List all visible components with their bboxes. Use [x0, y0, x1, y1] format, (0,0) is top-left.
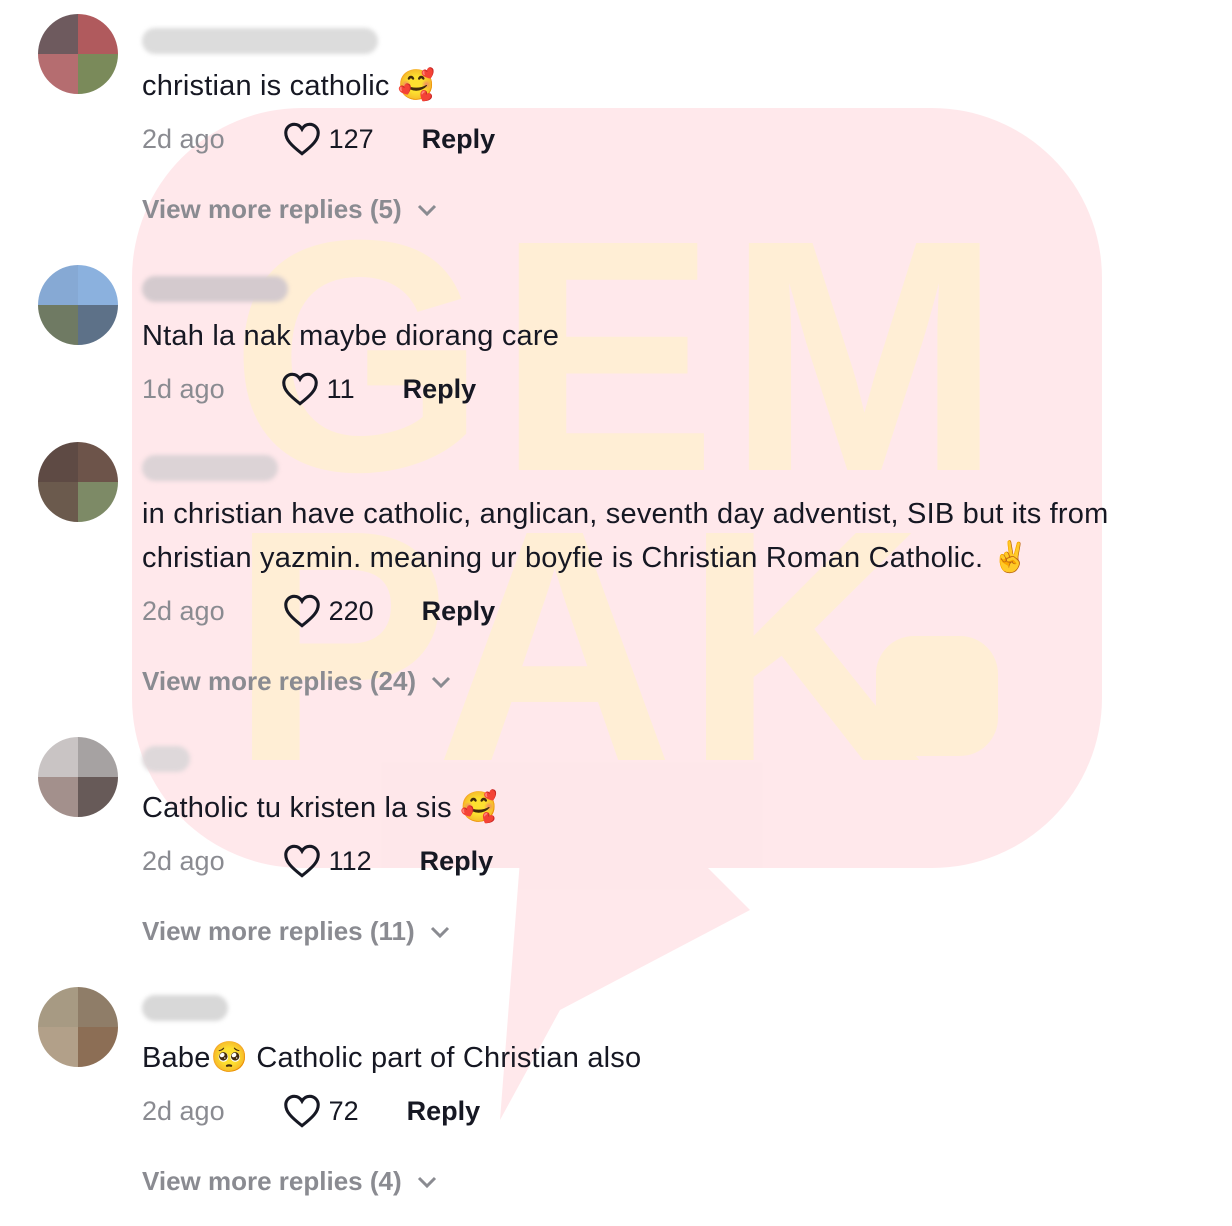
heart-icon	[283, 594, 320, 628]
view-more-replies-button[interactable]: View more replies (5)	[142, 194, 438, 225]
like-count: 11	[326, 373, 355, 404]
avatar[interactable]	[38, 442, 118, 522]
view-more-replies-button[interactable]: View more replies (4)	[142, 1166, 438, 1197]
comment-text: Catholic tu kristen la sis 🥰	[142, 786, 1202, 830]
chevron-down-icon	[432, 676, 451, 688]
heart-icon	[283, 122, 320, 156]
avatar[interactable]	[38, 737, 118, 817]
reply-button[interactable]: Reply	[403, 374, 477, 405]
heart-icon	[283, 1094, 320, 1128]
like-button[interactable]: 220	[283, 594, 374, 628]
comment-body-prefix: Babe	[142, 1042, 211, 1074]
avatar[interactable]	[38, 265, 118, 345]
username-blurred[interactable]	[142, 455, 278, 481]
username-blurred[interactable]	[142, 28, 378, 54]
reply-button[interactable]: Reply	[407, 1096, 481, 1127]
like-count: 72	[328, 1095, 359, 1126]
timestamp: 2d ago	[142, 123, 225, 154]
comment-body-line2: christian yazmin. meaning ur boyfie is C…	[142, 536, 1202, 580]
username-blurred[interactable]	[142, 276, 288, 302]
reply-button[interactable]: Reply	[422, 596, 496, 627]
username-blurred[interactable]	[142, 995, 228, 1021]
comment-text: christian is catholic 🥰	[142, 64, 1202, 108]
comment-body-line1: in christian have catholic, anglican, se…	[142, 498, 1109, 530]
comment-body: Catholic part of Christian also	[248, 1042, 642, 1074]
smiling-hearts-emoji: 🥰	[397, 68, 436, 103]
heart-icon	[281, 372, 318, 406]
view-more-replies-label: View more replies (4)	[142, 1166, 402, 1196]
view-more-replies-label: View more replies (11)	[142, 916, 415, 946]
view-more-replies-button[interactable]: View more replies (24)	[142, 666, 452, 697]
comment-text: Babe🥺 Catholic part of Christian also	[142, 1036, 1202, 1080]
chevron-down-icon	[417, 204, 436, 216]
like-button[interactable]: 11	[281, 372, 355, 406]
like-count: 112	[328, 845, 372, 876]
victory-hand-emoji: ✌️	[991, 540, 1030, 575]
avatar[interactable]	[38, 987, 118, 1067]
comment-body: christian is catholic	[142, 70, 390, 102]
timestamp: 2d ago	[142, 1095, 225, 1126]
like-button[interactable]: 72	[283, 1094, 359, 1128]
timestamp: 2d ago	[142, 845, 225, 876]
username-blurred[interactable]	[142, 746, 190, 772]
avatar[interactable]	[38, 14, 118, 94]
like-count: 220	[328, 595, 374, 626]
chevron-down-icon	[430, 926, 449, 938]
pleading-face-emoji: 🥺	[210, 1040, 249, 1075]
chevron-down-icon	[417, 1176, 436, 1188]
timestamp: 1d ago	[142, 373, 225, 404]
comment-meta: 2d ago 72 Reply	[142, 1091, 480, 1131]
comment-meta: 1d ago 11 Reply	[142, 369, 476, 409]
comment-text: in christian have catholic, anglican, se…	[142, 492, 1202, 580]
comment-body-line2-text: christian yazmin. meaning ur boyfie is C…	[142, 542, 984, 574]
comment-meta: 2d ago 220 Reply	[142, 591, 495, 631]
comment-body: Catholic tu kristen la sis	[142, 792, 452, 824]
view-more-replies-label: View more replies (5)	[142, 194, 402, 224]
like-button[interactable]: 127	[283, 122, 374, 156]
comment-meta: 2d ago 112 Reply	[142, 841, 493, 881]
view-more-replies-button[interactable]: View more replies (11)	[142, 916, 451, 947]
smiling-hearts-emoji: 🥰	[460, 790, 498, 825]
like-count: 127	[328, 123, 374, 154]
timestamp: 2d ago	[142, 595, 225, 626]
comment-body: Ntah la nak maybe diorang care	[142, 320, 560, 352]
comment-text: Ntah la nak maybe diorang care	[142, 314, 1202, 358]
reply-button[interactable]: Reply	[420, 846, 494, 877]
view-more-replies-label: View more replies (24)	[142, 666, 417, 696]
comment-meta: 2d ago 127 Reply	[142, 119, 495, 159]
like-button[interactable]: 112	[283, 844, 372, 878]
heart-icon	[283, 844, 320, 878]
reply-button[interactable]: Reply	[422, 124, 496, 155]
